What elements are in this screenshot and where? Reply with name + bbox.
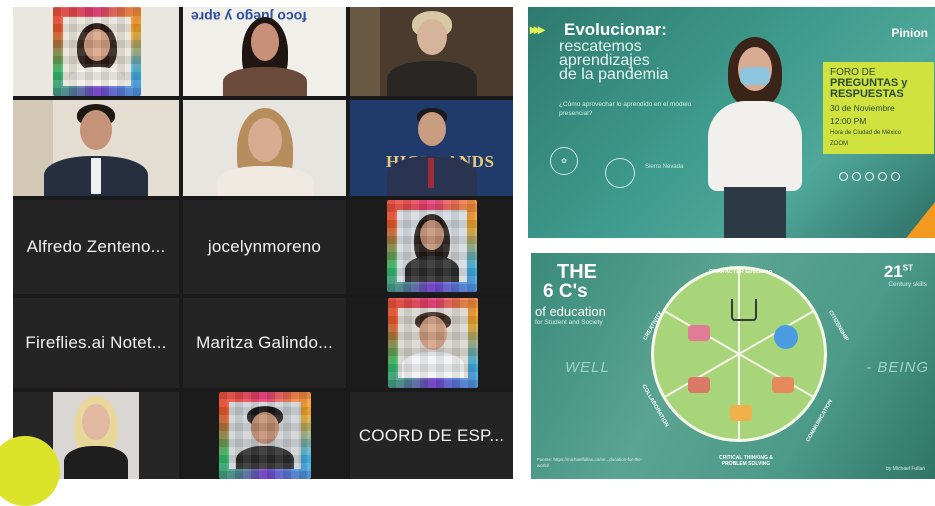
participant-name-tile[interactable]: Maritza Galindo... bbox=[183, 298, 346, 388]
facebook-icon bbox=[852, 172, 861, 181]
participant-video-tile[interactable] bbox=[13, 7, 179, 96]
camera-feed bbox=[13, 100, 179, 196]
being-label: - BEING bbox=[866, 359, 929, 376]
event-timezone: Hora de Ciudad de México bbox=[830, 130, 902, 136]
web-icon bbox=[891, 172, 900, 181]
brand-logo: Pinion bbox=[891, 26, 928, 40]
participant-video-tile-active-speaker[interactable] bbox=[13, 100, 179, 196]
participant-avatar-tile[interactable] bbox=[350, 298, 513, 388]
century-suffix: ST bbox=[902, 263, 913, 273]
six-cs-slide: THE 6 C's of education for Student and S… bbox=[531, 253, 935, 479]
avatar-frame bbox=[388, 298, 478, 388]
century-number: 21 bbox=[883, 262, 903, 281]
event-promo-slide: ▸▸▸ Evolucionar: rescatemos aprendizajes… bbox=[528, 7, 935, 238]
segment-label: CRITICAL THINKING & PROBLEM SOLVING bbox=[719, 455, 773, 467]
wall-sign-text: foco juego y apre bbox=[191, 9, 307, 25]
social-icons bbox=[839, 172, 900, 181]
communication-kids-icon bbox=[772, 377, 794, 393]
camera-feed: foco juego y apre bbox=[183, 7, 346, 96]
event-time: 12:00 PM bbox=[830, 116, 867, 126]
participant-video-tile[interactable] bbox=[350, 7, 513, 96]
source-footnote: Fuente: https://michaelfullan.ca/ne...du… bbox=[537, 457, 643, 468]
linkedin-icon bbox=[878, 172, 887, 181]
panel-line: RESPUESTAS bbox=[830, 88, 904, 100]
camera-feed bbox=[183, 100, 346, 196]
well-label: WELL bbox=[565, 359, 610, 376]
avatar-frame bbox=[53, 7, 141, 96]
organization-logo-icon: ✿ bbox=[550, 147, 578, 175]
slide-title: Evolucionar: bbox=[564, 20, 667, 39]
participant-video-tile[interactable] bbox=[183, 100, 346, 196]
youtube-icon bbox=[865, 172, 874, 181]
slide-heading-6cs: 6 C's bbox=[543, 281, 588, 302]
participant-name: Alfredo Zenteno... bbox=[26, 237, 166, 256]
orange-corner-shape bbox=[875, 202, 935, 238]
participant-avatar-tile[interactable] bbox=[183, 392, 346, 479]
globe-icon bbox=[774, 325, 798, 349]
collaboration-kids-icon bbox=[688, 377, 710, 393]
camera-feed: HIGHLANDS bbox=[350, 100, 513, 196]
slide-heading-education: of education bbox=[535, 304, 606, 319]
avatar-frame bbox=[387, 200, 477, 292]
participant-name-tile[interactable]: Alfredo Zenteno... bbox=[13, 200, 179, 294]
creativity-kids-icon bbox=[688, 325, 710, 341]
event-platform: ZOOM bbox=[830, 141, 848, 147]
camera-feed bbox=[350, 7, 513, 96]
school-logo-label: Sierra Nevada bbox=[645, 164, 684, 170]
participant-name-tile[interactable]: jocelynmoreno bbox=[183, 200, 346, 294]
participant-avatar-tile[interactable] bbox=[350, 200, 513, 294]
participant-video-tile[interactable]: HIGHLANDS bbox=[350, 100, 513, 196]
participant-name: jocelynmoreno bbox=[207, 237, 322, 256]
event-info-panel: FORO DE PREGUNTAS y RESPUESTAS 30 de Nov… bbox=[823, 62, 934, 154]
school-seal-icon bbox=[605, 158, 635, 188]
slide-subtitle: rescatemos aprendizajes de la pandemia bbox=[559, 39, 709, 83]
participant-name-tile[interactable]: Fireflies.ai Notet... bbox=[13, 298, 179, 388]
slide-subheading: for Student and Society bbox=[535, 319, 603, 326]
participant-video-tile[interactable]: foco juego y apre bbox=[183, 7, 346, 96]
segment-label: CITIZENSHIP bbox=[826, 309, 850, 343]
participant-name: COORD DE ESP... bbox=[358, 425, 505, 445]
author-credit: by Michael Fullan bbox=[886, 466, 925, 472]
century-skills-label: Century skills bbox=[888, 281, 927, 288]
participant-name: Fireflies.ai Notet... bbox=[25, 333, 167, 352]
participant-name-tile[interactable]: COORD DE ESP... bbox=[350, 392, 513, 479]
century-heading: 21ST bbox=[884, 262, 913, 282]
six-cs-wheel bbox=[651, 266, 827, 442]
segment-label: CHARACTER Education bbox=[709, 269, 772, 275]
chevron-arrows-icon: ▸▸▸ bbox=[530, 21, 545, 37]
participant-name: Maritza Galindo... bbox=[196, 333, 333, 352]
presenter-photo bbox=[696, 37, 816, 238]
instagram-icon bbox=[839, 172, 848, 181]
event-date: 30 de Noviembre bbox=[830, 103, 895, 113]
avatar-frame bbox=[219, 392, 311, 479]
subtitle-line: de la pandemia bbox=[559, 66, 669, 83]
scales-icon bbox=[731, 299, 757, 321]
camera-feed bbox=[13, 7, 179, 96]
thinking-kids-icon bbox=[730, 405, 752, 421]
slide-question: ¿Cómo aprovechar lo aprendido en el mode… bbox=[559, 101, 692, 117]
video-call-grid: foco juego y apre Alfredo Zenteno... joc… bbox=[13, 7, 513, 479]
